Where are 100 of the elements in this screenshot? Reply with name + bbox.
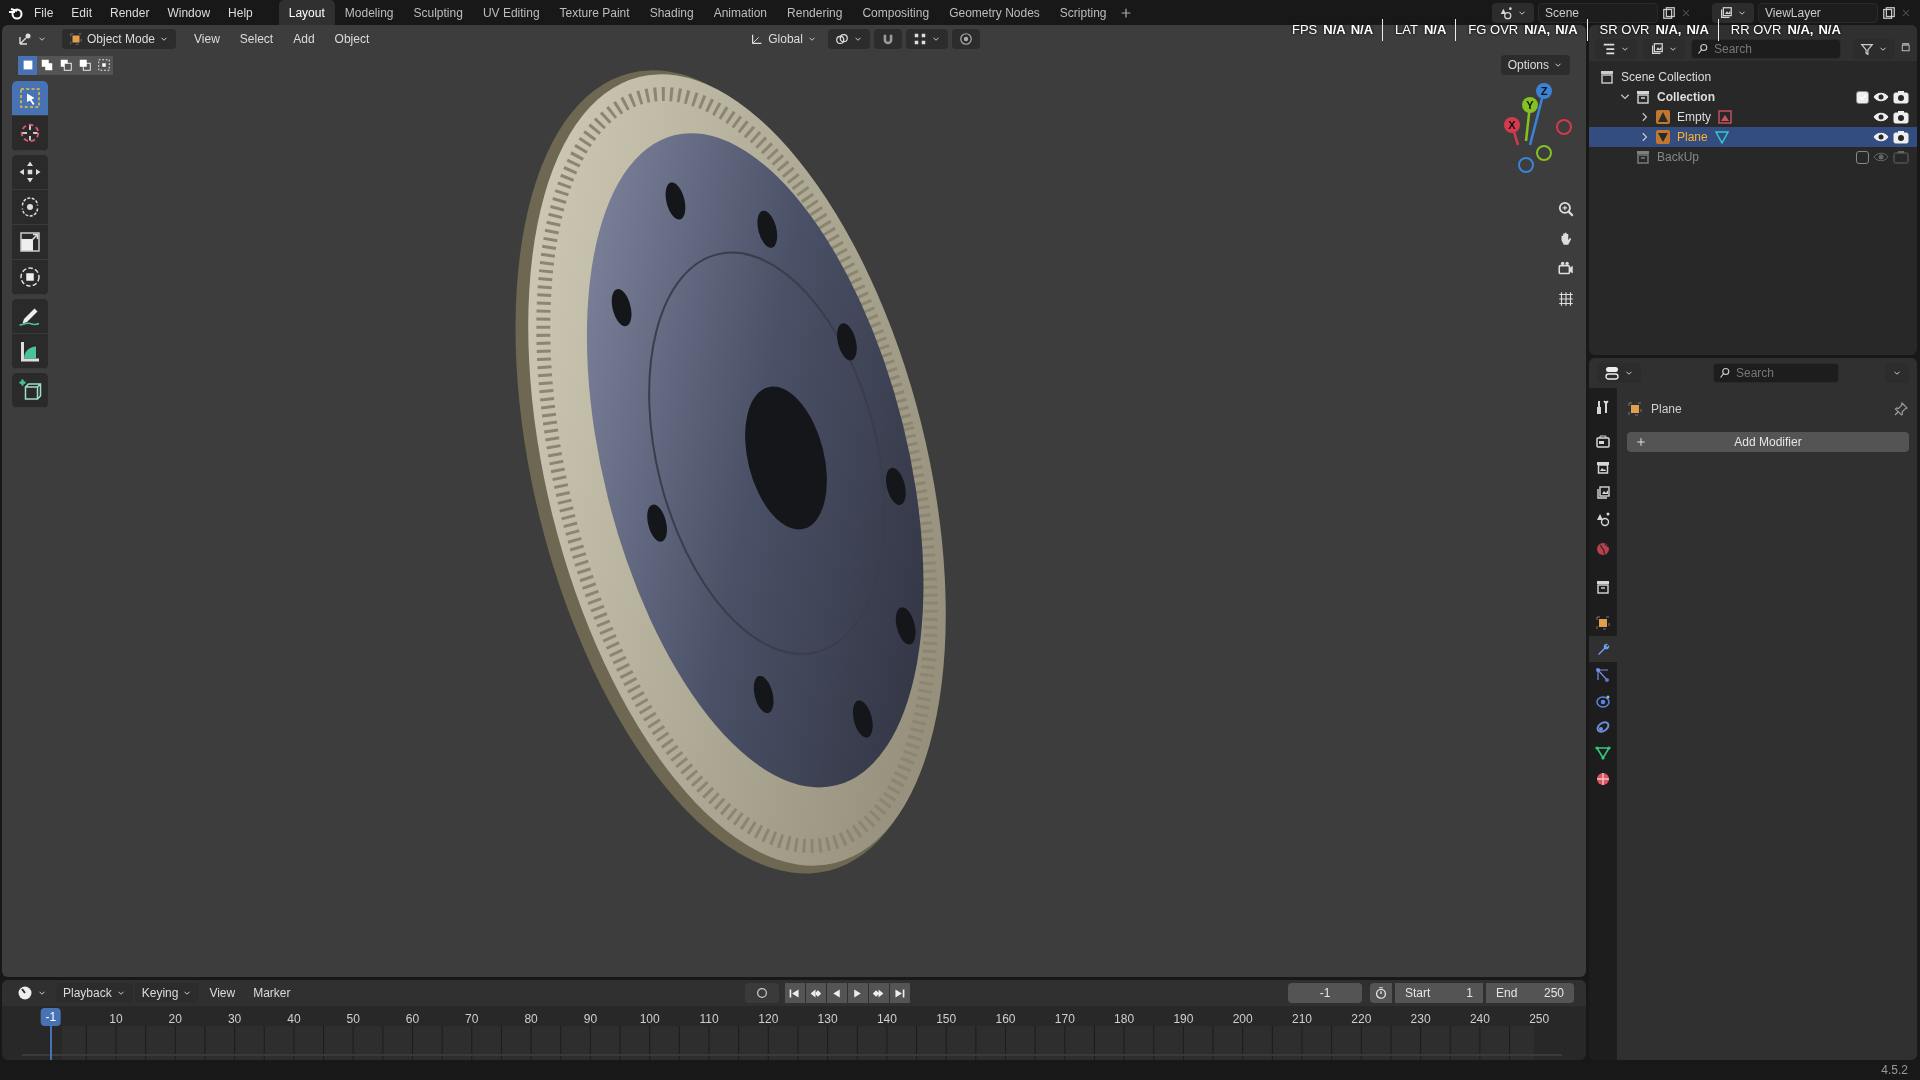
scene-selector[interactable]: Scene [1538, 2, 1658, 23]
menu-item[interactable]: Window [159, 1, 219, 24]
current-frame-field[interactable]: -1 [1288, 983, 1362, 1003]
menu-item[interactable]: Edit [63, 1, 101, 24]
menu-dropdown[interactable]: Keying [134, 983, 200, 1003]
negative-axis-handle[interactable] [1518, 157, 1534, 173]
menu-dropdown[interactable]: Playback [56, 983, 133, 1003]
axis-handle[interactable]: Y [1522, 97, 1538, 142]
playback-button[interactable] [784, 983, 805, 1003]
properties-tab[interactable] [1589, 636, 1617, 662]
outliner-label: Empty [1676, 109, 1712, 126]
workspace-tab[interactable]: Modeling [334, 0, 404, 25]
stat-label: FG OVR [1468, 22, 1519, 38]
version-label: 4.5.2 [1881, 1062, 1908, 1079]
menu-item[interactable]: Object [326, 28, 378, 50]
checkbox[interactable] [1856, 90, 1869, 104]
frame-number: 230 [1410, 1011, 1431, 1028]
record-button[interactable] [744, 983, 779, 1003]
camera-icon[interactable] [1893, 89, 1909, 105]
stat-value: N/A [1555, 22, 1578, 38]
snap-target-dropdown[interactable] [905, 29, 948, 49]
frame-number: 60 [405, 1011, 420, 1028]
orientation-dropdown[interactable]: Global [743, 29, 824, 49]
workspace-tab[interactable]: Rendering [777, 0, 853, 25]
playhead-marker[interactable]: -1 [40, 1008, 62, 1026]
images-icon [1719, 5, 1733, 20]
negative-axis-handle[interactable] [1536, 145, 1552, 161]
tool-button[interactable] [12, 299, 48, 334]
particles-icon [1595, 667, 1611, 683]
camera-icon[interactable] [1893, 109, 1909, 125]
material-icon [1595, 771, 1611, 787]
duplicate-icon[interactable] [1882, 5, 1896, 20]
tool-button[interactable] [12, 155, 48, 190]
playhead-line [49, 1024, 52, 1060]
images-icon [1650, 42, 1664, 56]
tool-button[interactable] [12, 81, 48, 116]
workspace-tab[interactable]: Texture Paint [549, 0, 640, 25]
menu-item[interactable]: Help [220, 1, 261, 24]
camera-icon[interactable] [1893, 129, 1909, 145]
frame-number: 20 [168, 1011, 182, 1028]
outliner-row[interactable]: Collection [1589, 87, 1917, 107]
workspace-tab[interactable]: Sculpting [403, 0, 473, 25]
outliner-row[interactable]: Plane [1589, 127, 1917, 147]
menu-item[interactable]: Add [285, 28, 323, 50]
end-frame-field[interactable]: End 250 [1486, 983, 1574, 1003]
playback-button[interactable] [805, 983, 826, 1003]
pin-icon[interactable] [1893, 401, 1909, 417]
filter-button[interactable] [1853, 39, 1895, 59]
snap-button[interactable] [873, 29, 902, 49]
menu-item[interactable]: Select [231, 28, 282, 50]
frame-number: 210 [1292, 1011, 1312, 1028]
editor-type-button[interactable] [1712, 2, 1754, 23]
editor-type-button[interactable] [1597, 363, 1641, 383]
workspace-tab[interactable]: UV Editing [472, 0, 550, 25]
view-layer-selector[interactable]: ViewLayer [1758, 2, 1878, 23]
proportional-button[interactable] [951, 29, 980, 49]
select-mode-button[interactable] [94, 55, 113, 75]
scene-icon [1499, 5, 1513, 20]
pivot-dropdown[interactable] [827, 29, 870, 49]
list-icon [1602, 42, 1616, 56]
search-field[interactable]: Search [1691, 39, 1841, 59]
selection-mode-icon [96, 58, 111, 72]
menu-item[interactable]: View [186, 28, 228, 50]
workspace-tab[interactable]: Geometry Nodes [939, 0, 1050, 25]
record-icon [754, 986, 769, 1000]
search-field[interactable]: Search [1713, 363, 1839, 383]
add-modifier-button[interactable]: Add Modifier [1627, 432, 1909, 452]
workspace-tab[interactable]: Layout [278, 0, 335, 25]
object-icon [69, 32, 83, 46]
playback-button[interactable] [847, 983, 868, 1003]
workspace-tab[interactable]: Compositing [852, 0, 940, 25]
printer-icon [1595, 459, 1611, 475]
menu-item[interactable]: Marker [245, 982, 299, 1004]
duplicate-icon[interactable] [1662, 5, 1676, 20]
display-mode-button[interactable] [1643, 39, 1685, 59]
frame-number: 190 [1173, 1011, 1194, 1028]
playback-button[interactable] [889, 983, 910, 1003]
playback-button[interactable] [826, 983, 847, 1003]
image-icon [1717, 109, 1733, 125]
menu-item[interactable]: File [26, 1, 62, 24]
menu-item[interactable]: View [201, 982, 244, 1004]
select-mode-button[interactable] [18, 55, 37, 75]
workspace-tab[interactable]: Scripting [1049, 0, 1117, 25]
mode-dropdown[interactable]: Object Mode [62, 29, 177, 49]
start-frame-field[interactable]: Start 1 [1395, 983, 1483, 1003]
orbit-icon [1595, 693, 1611, 709]
editor-type-button[interactable] [1595, 39, 1637, 59]
frame-number: 160 [995, 1011, 1016, 1028]
preview-range-button[interactable] [1370, 983, 1392, 1003]
outliner-row[interactable]: Empty [1589, 107, 1917, 127]
select-mode-button[interactable] [37, 55, 56, 75]
constraint-icon [1595, 719, 1611, 735]
workspace-tab[interactable]: Animation [703, 0, 778, 25]
menu-item[interactable]: Render [102, 1, 158, 24]
editor-type-button[interactable] [1492, 2, 1534, 23]
options-dropdown[interactable]: Options [1500, 55, 1570, 75]
negative-axis-handle[interactable] [1556, 119, 1572, 135]
playback-button[interactable] [868, 983, 889, 1003]
workspace-tab[interactable]: Shading [639, 0, 704, 25]
stat-value: N/A, [1787, 22, 1814, 38]
